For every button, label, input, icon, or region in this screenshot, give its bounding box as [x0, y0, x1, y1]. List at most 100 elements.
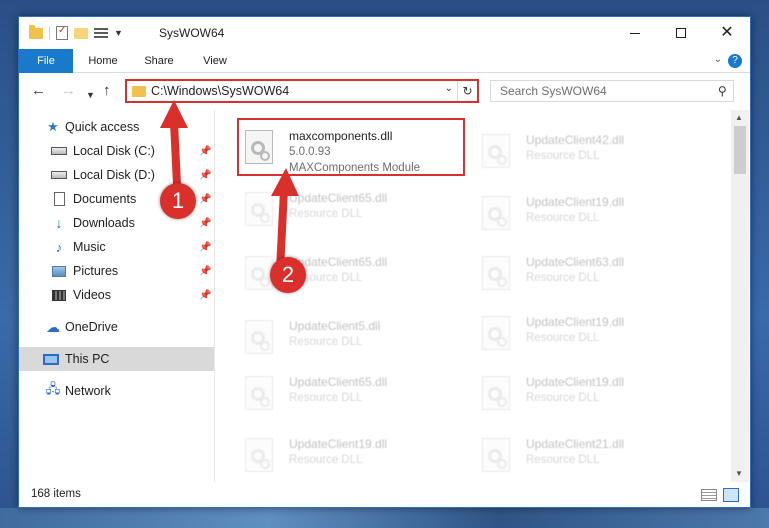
file-tile[interactable]: UpdateClient21.dll Resource DLL: [476, 428, 696, 482]
pin-icon: 📌: [199, 193, 212, 205]
sidebar-item-videos[interactable]: Videos 📌: [19, 283, 214, 307]
file-tile[interactable]: UpdateClient19.dll Resource DLL: [476, 366, 696, 422]
scroll-up-icon[interactable]: ▲: [735, 113, 743, 122]
title-bar: ▼ SysWOW64 ✕: [19, 17, 750, 49]
dll-file-icon: [245, 438, 273, 472]
address-path[interactable]: C:\Windows\SysWOW64: [151, 84, 289, 98]
quick-access-toolbar: ▼: [29, 24, 123, 41]
navigation-pane: ★ Quick access Local Disk (C:) 📌 Local D…: [19, 110, 215, 482]
large-icons-view-icon[interactable]: [723, 488, 739, 502]
new-folder-icon[interactable]: [74, 27, 88, 39]
file-name: UpdateClient5.dll: [289, 319, 381, 333]
file-description: MAXComponents Module: [289, 162, 421, 174]
tab-file[interactable]: File: [19, 49, 73, 73]
dll-file-icon: [482, 256, 510, 290]
star-icon: ★: [47, 119, 59, 134]
sidebar-item-label: Pictures: [73, 264, 119, 278]
customize-view-icon[interactable]: [94, 27, 108, 39]
minimize-button[interactable]: [612, 17, 658, 49]
file-version: 5.0.0.93: [289, 146, 331, 158]
dll-file-icon: [482, 316, 510, 350]
sidebar-item-label: Downloads: [73, 216, 135, 230]
file-type: Resource DLL: [289, 392, 363, 404]
window-title: SysWOW64: [159, 26, 225, 40]
pin-icon: 📌: [199, 169, 212, 181]
file-tile-maxcomponents[interactable]: maxcomponents.dll 5.0.0.93 MAXComponents…: [237, 118, 465, 176]
pin-icon: 📌: [199, 145, 212, 157]
sidebar-item-label: Videos: [73, 288, 111, 302]
expand-ribbon-icon[interactable]: ⌄: [714, 54, 722, 65]
properties-icon[interactable]: [56, 25, 68, 40]
file-type: Resource DLL: [289, 336, 363, 348]
item-count: 168 items: [31, 488, 81, 500]
file-type: Resource DLL: [526, 150, 600, 162]
file-tile[interactable]: UpdateClient5.dll Resource DLL: [239, 310, 459, 366]
forward-button[interactable]: →: [61, 82, 76, 100]
file-type: Resource DLL: [526, 332, 600, 344]
address-bar[interactable]: C:\Windows\SysWOW64 ⌄ ↻: [125, 79, 479, 103]
file-type: Resource DLL: [526, 454, 600, 466]
scrollbar-thumb[interactable]: [734, 126, 746, 174]
maximize-icon: [676, 28, 686, 38]
pin-icon: 📌: [199, 217, 212, 229]
recent-locations-icon[interactable]: ▼: [86, 86, 95, 104]
sidebar-item-label: Local Disk (C:): [73, 144, 155, 158]
file-tile[interactable]: UpdateClient65.dll Resource DLL: [239, 366, 459, 422]
file-type: Resource DLL: [289, 454, 363, 466]
sidebar-item-local-disk-c[interactable]: Local Disk (C:) 📌: [19, 139, 214, 163]
back-button[interactable]: ←: [31, 82, 46, 100]
tab-home[interactable]: Home: [81, 49, 125, 73]
sidebar-item-this-pc[interactable]: This PC: [19, 347, 214, 371]
file-tile[interactable]: UpdateClient63.dll Resource DLL: [476, 246, 696, 302]
sidebar-item-label: Quick access: [65, 120, 140, 134]
sidebar-item-network[interactable]: 🖧 Network: [19, 379, 214, 403]
tab-share[interactable]: Share: [137, 49, 181, 73]
file-tile[interactable]: UpdateClient19.dll Resource DLL: [476, 306, 696, 362]
help-icon[interactable]: ?: [728, 54, 742, 68]
sidebar-item-quick-access[interactable]: ★ Quick access: [19, 115, 214, 139]
refresh-icon[interactable]: ↻: [457, 81, 477, 101]
file-name: UpdateClient19.dll: [289, 437, 388, 451]
maximize-button[interactable]: [658, 17, 704, 49]
videos-icon: [51, 288, 67, 302]
dll-file-icon: [482, 438, 510, 472]
step-1-badge: 1: [160, 183, 196, 219]
close-icon: ✕: [720, 24, 734, 41]
desktop-wallpaper-strip: [0, 508, 769, 528]
file-type: Resource DLL: [526, 212, 600, 224]
file-tile[interactable]: UpdateClient19.dll Resource DLL: [476, 186, 696, 242]
sidebar-item-label: OneDrive: [65, 320, 118, 334]
vertical-scrollbar[interactable]: ▲ ▼: [731, 110, 749, 482]
qat-dropdown-icon[interactable]: ▼: [114, 28, 123, 38]
tab-view[interactable]: View: [193, 49, 237, 73]
file-tile[interactable]: UpdateClient19.dll Resource DLL: [239, 428, 459, 482]
sidebar-item-music[interactable]: ♪ Music 📌: [19, 235, 214, 259]
step-2-badge: 2: [270, 257, 306, 293]
details-view-icon[interactable]: [701, 489, 717, 501]
search-icon[interactable]: ⚲: [718, 84, 727, 98]
search-input[interactable]: Search SysWOW64 ⚲: [490, 80, 734, 102]
sidebar-item-label: Local Disk (D:): [73, 168, 155, 182]
dll-file-icon: [245, 256, 273, 290]
file-tile[interactable]: UpdateClient65.dll Resource DLL: [239, 182, 459, 238]
sidebar-item-onedrive[interactable]: ☁ OneDrive: [19, 315, 214, 339]
dll-file-icon: [482, 134, 510, 168]
close-button[interactable]: ✕: [704, 17, 750, 49]
chevron-down-icon[interactable]: ⌄: [445, 83, 453, 94]
file-tile[interactable]: UpdateClient42.dll Resource DLL: [476, 124, 696, 180]
up-button[interactable]: ↑: [103, 82, 111, 100]
drive-icon: [51, 144, 67, 158]
sidebar-item-label: Network: [65, 384, 111, 398]
file-type: Resource DLL: [526, 392, 600, 404]
dll-file-icon: [245, 376, 273, 410]
folder-icon: [132, 86, 146, 97]
file-name: UpdateClient65.dll: [289, 191, 388, 205]
sidebar-item-pictures[interactable]: Pictures 📌: [19, 259, 214, 283]
computer-icon: [43, 352, 59, 366]
drive-icon: [51, 168, 67, 182]
file-name: maxcomponents.dll: [289, 129, 393, 143]
scroll-down-icon[interactable]: ▼: [735, 469, 743, 478]
pin-icon: 📌: [199, 265, 212, 277]
file-list: maxcomponents.dll 5.0.0.93 MAXComponents…: [216, 110, 730, 482]
sidebar-item-label: Music: [73, 240, 106, 254]
